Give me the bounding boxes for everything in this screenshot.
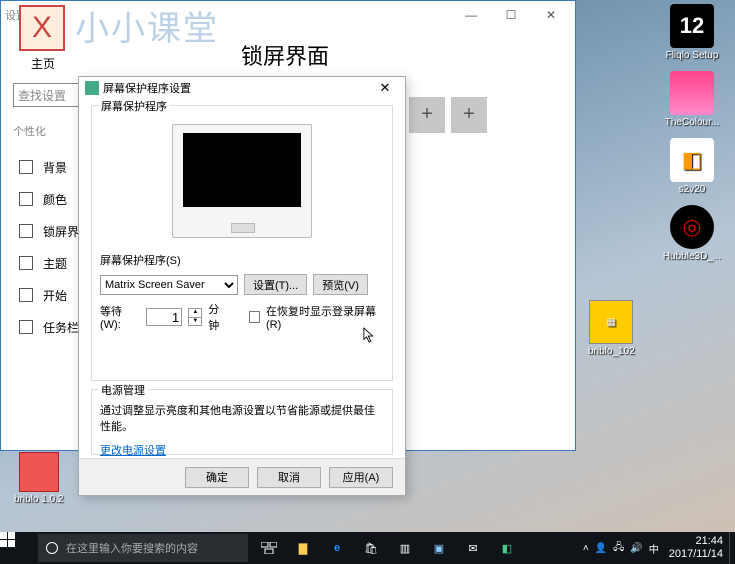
wait-label: 等待(W):: [100, 303, 140, 331]
cortana-icon: [46, 542, 58, 554]
power-group-label: 电源管理: [98, 382, 148, 398]
desktop-icon-colours[interactable]: TheColour...: [657, 71, 727, 128]
wait-input[interactable]: [146, 308, 182, 326]
desktop-icon-hubble[interactable]: ◎Hubble3D_...: [657, 205, 727, 262]
screensaver-select[interactable]: Matrix Screen Saver: [100, 275, 238, 295]
tray-network-icon[interactable]: 🖧: [613, 540, 624, 557]
hubble-icon: ◎: [670, 205, 714, 249]
dialog-title: 屏幕保护程序设置: [103, 80, 191, 96]
preview-screen: [183, 133, 301, 207]
resume-checkbox[interactable]: [249, 311, 260, 323]
desktop-icon-briblo[interactable]: briblo 1.0.2: [14, 452, 63, 505]
start-button[interactable]: [0, 532, 38, 564]
tray-volume-icon[interactable]: 🔊: [630, 543, 642, 554]
minimize-button[interactable]: —: [451, 3, 491, 27]
spin-up[interactable]: ▲: [189, 309, 201, 318]
desktop-icon-fliqlo[interactable]: 12Fliqlo Setup: [657, 4, 727, 61]
taskbar-search[interactable]: 在这里输入你要搜索的内容: [38, 534, 248, 562]
cancel-button[interactable]: 取消: [257, 467, 321, 488]
palette-icon: [19, 192, 33, 206]
tray-people-icon[interactable]: 👤: [595, 543, 607, 554]
show-desktop-button[interactable]: [729, 532, 735, 564]
ok-button[interactable]: 确定: [185, 467, 249, 488]
taskbar: 在这里输入你要搜索的内容 ▇ e 🛍 ▥ ▣ ✉ ◧ ˄ 👤 🖧 🔊 中 21:…: [0, 532, 735, 564]
brand-text: 小小课堂: [75, 1, 219, 50]
system-tray[interactable]: ˄ 👤 🖧 🔊 中: [583, 540, 659, 557]
maximize-button[interactable]: ☐: [491, 3, 531, 27]
screensaver-dialog: 屏幕保护程序设置 ✕ 屏幕保护程序 屏幕保护程序(S) Matrix Scree…: [78, 76, 406, 496]
taskbar-app-edge[interactable]: e: [320, 532, 354, 564]
dialog-icon: [85, 81, 99, 95]
taskbar-app-store[interactable]: 🛍: [354, 532, 388, 564]
taskbar-app-3[interactable]: ✉: [456, 532, 490, 564]
taskbar-app-4[interactable]: ◧: [490, 532, 524, 564]
desktop-icon-s2v20[interactable]: ◧s2v20: [657, 138, 727, 195]
taskbar-clock[interactable]: 21:44 2017/11/14: [663, 535, 729, 560]
section-header: 个性化: [13, 123, 46, 139]
brand-logo: X: [19, 5, 65, 51]
tray-up-icon[interactable]: ˄: [583, 543, 589, 554]
dialog-close-button[interactable]: ✕: [371, 80, 399, 96]
resume-label: 在恢复时显示登录屏幕(R): [266, 303, 384, 331]
page-title: 锁屏界面: [241, 39, 329, 71]
close-button[interactable]: ✕: [531, 3, 571, 27]
apply-button[interactable]: 应用(A): [329, 467, 393, 488]
screensaver-group-label: 屏幕保护程序: [98, 98, 170, 114]
colours-icon: [670, 71, 714, 115]
add-thumb-1[interactable]: +: [409, 97, 445, 133]
taskbar-app-2[interactable]: ▣: [422, 532, 456, 564]
settings-button[interactable]: 设置(T)...: [244, 274, 307, 295]
s2v-icon: ◧: [670, 138, 714, 182]
taskbar-app-explorer[interactable]: ▇: [286, 532, 320, 564]
briblo-exe-icon: [19, 452, 59, 492]
add-thumb-2[interactable]: +: [451, 97, 487, 133]
minutes-label: 分钟: [208, 301, 229, 333]
task-view-button[interactable]: [252, 532, 286, 564]
start-icon: [19, 288, 33, 302]
briblo102-icon: ▦: [589, 300, 633, 344]
screensaver-dropdown-label: 屏幕保护程序(S): [100, 252, 384, 268]
tray-ime-icon[interactable]: 中: [649, 541, 659, 556]
power-text: 通过调整显示亮度和其他电源设置以节省能源或提供最佳性能。: [100, 402, 384, 434]
desktop-icon-briblo102[interactable]: ▦briblo_102: [588, 300, 635, 357]
home-link[interactable]: 主页: [31, 55, 55, 72]
spin-down[interactable]: ▼: [189, 318, 201, 326]
theme-icon: [19, 256, 33, 270]
fliqlo-icon: 12: [670, 4, 714, 48]
preview-monitor: [172, 124, 312, 238]
taskbar-icon: [19, 320, 33, 334]
preview-button[interactable]: 预览(V): [313, 274, 368, 295]
power-settings-link[interactable]: 更改电源设置: [100, 445, 166, 457]
image-icon: [19, 160, 33, 174]
lock-icon: [19, 224, 33, 238]
taskbar-app-1[interactable]: ▥: [388, 532, 422, 564]
